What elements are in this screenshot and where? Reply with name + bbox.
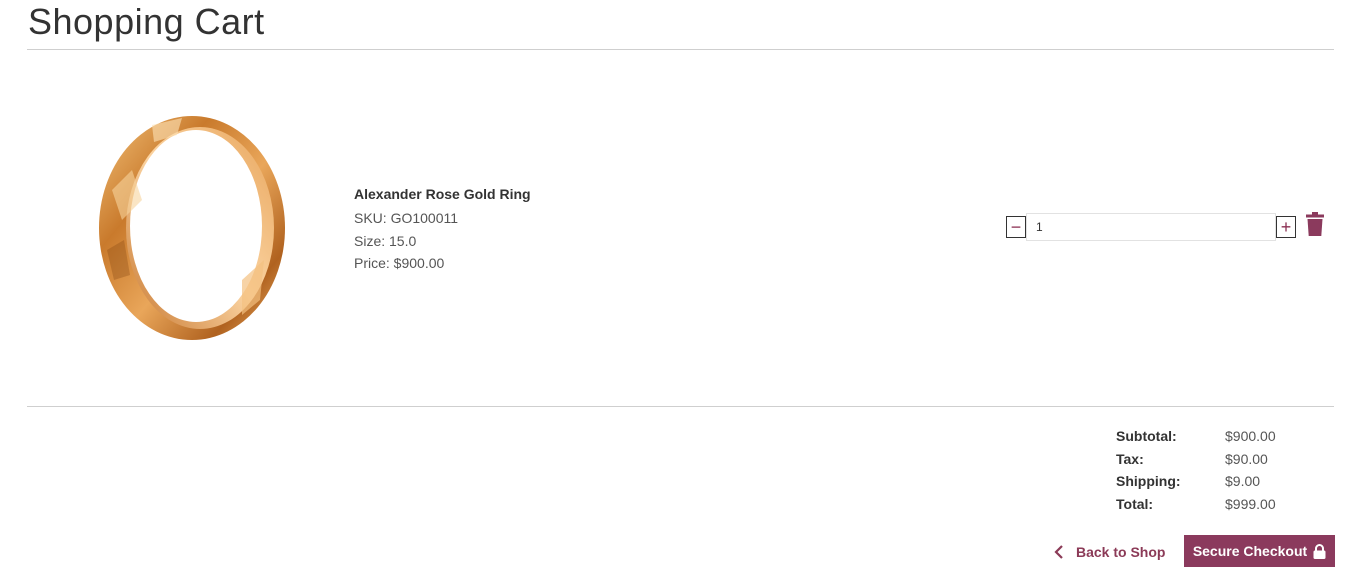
product-name[interactable]: Alexander Rose Gold Ring xyxy=(354,186,531,202)
trash-icon[interactable] xyxy=(1305,212,1325,236)
subtotal-value: $900.00 xyxy=(1225,428,1276,445)
quantity-input[interactable] xyxy=(1026,213,1276,241)
summary-row-total: Total: $999.00 xyxy=(1116,493,1276,516)
summary-row-subtotal: Subtotal: $900.00 xyxy=(1116,425,1276,448)
product-sku: SKU: GO100011 xyxy=(354,210,459,226)
product-size: Size: 15.0 xyxy=(354,232,417,249)
header-divider xyxy=(27,49,1334,50)
gold-ring-image xyxy=(99,116,285,340)
increment-button[interactable]: + xyxy=(1276,216,1296,238)
tax-value: $90.00 xyxy=(1225,450,1268,467)
total-value: $999.00 xyxy=(1225,495,1276,512)
total-label: Total: xyxy=(1116,495,1154,512)
quantity-stepper: − + xyxy=(1006,212,1296,242)
decrement-button[interactable]: − xyxy=(1006,216,1026,238)
shipping-value: $9.00 xyxy=(1225,473,1261,490)
product-image[interactable] xyxy=(92,110,292,346)
summary-row-tax: Tax: $90.00 xyxy=(1116,448,1276,471)
subtotal-label: Subtotal: xyxy=(1116,428,1177,445)
product-price: Price: $900.00 xyxy=(354,255,445,271)
secure-checkout-button[interactable]: Secure Checkout xyxy=(1184,535,1335,567)
chevron-left-icon xyxy=(1054,545,1063,559)
back-to-shop-link[interactable]: Back to Shop xyxy=(1054,540,1165,564)
shipping-label: Shipping: xyxy=(1116,473,1181,490)
item-details: Alexander Rose Gold Ring SKU: GO100011 S… xyxy=(354,186,531,275)
order-summary: Subtotal: $900.00 Tax: $90.00 Shipping: … xyxy=(1116,425,1276,515)
summary-row-shipping: Shipping: $9.00 xyxy=(1116,470,1276,493)
page-title: Shopping Cart xyxy=(28,1,265,42)
tax-label: Tax: xyxy=(1116,450,1144,467)
summary-divider xyxy=(27,406,1334,407)
secure-checkout-label: Secure Checkout xyxy=(1192,543,1308,559)
back-to-shop-label: Back to Shop xyxy=(1076,544,1166,560)
lock-icon xyxy=(1313,543,1326,559)
